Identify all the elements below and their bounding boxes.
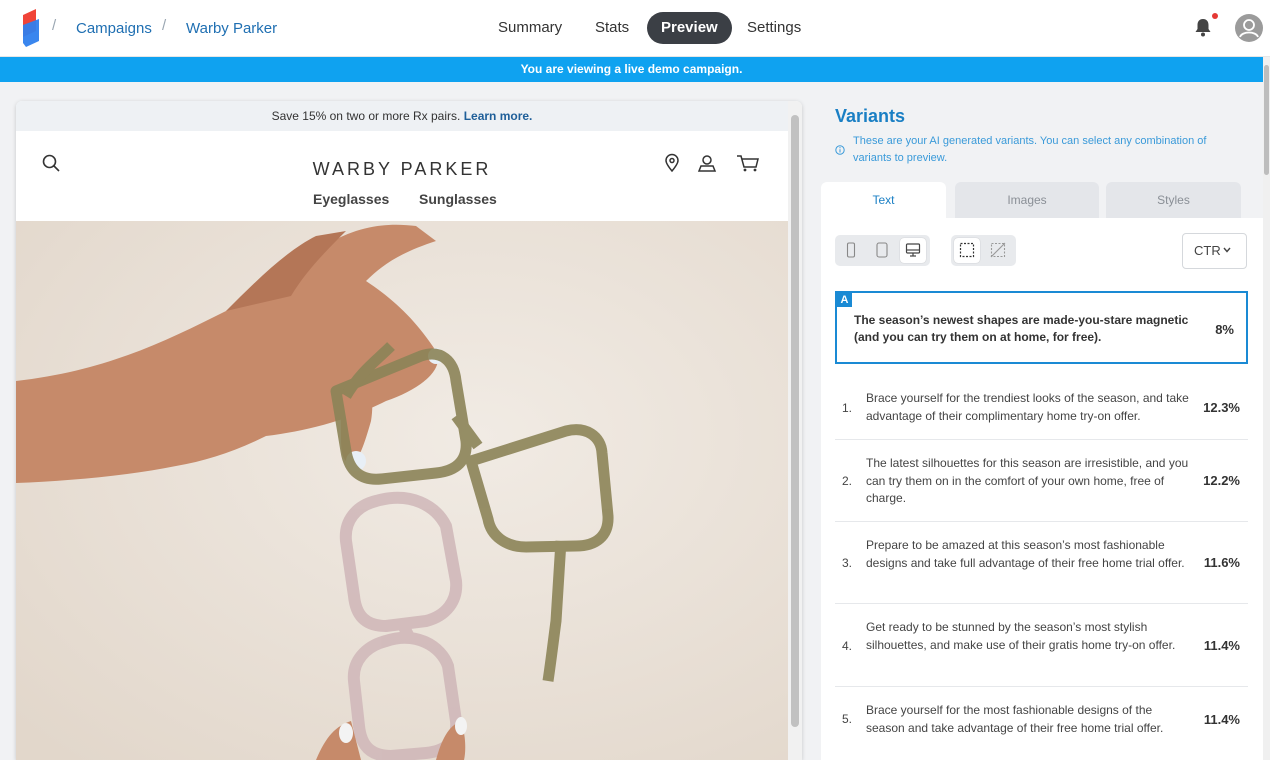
variant-text: The latest silhouettes for this season a…	[866, 456, 1189, 505]
variant-row[interactable]: 5. Brace yourself for the most fashionab…	[835, 687, 1248, 753]
user-avatar[interactable]	[1235, 14, 1263, 42]
variant-row[interactable]: 3. Prepare to be amazed at this season’s…	[835, 522, 1248, 604]
eyeglasses-photo	[16, 221, 788, 760]
variant-text: Get ready to be stunned by the season’s …	[866, 620, 1176, 652]
nav-sunglasses[interactable]: Sunglasses	[419, 191, 497, 207]
variant-ctr: 12.3%	[1203, 400, 1240, 415]
site-header: WARBY PARKER Eyeglasses Sunglasses	[16, 131, 788, 221]
app-logo-icon[interactable]	[20, 9, 42, 47]
mobile-view-button[interactable]	[838, 238, 864, 263]
tablet-icon	[876, 242, 888, 258]
variants-title: Variants	[835, 106, 906, 126]
demo-banner: You are viewing a live demo campaign.	[0, 57, 1263, 82]
highlight-off-button[interactable]	[985, 238, 1011, 263]
notification-bell-icon[interactable]	[1194, 17, 1212, 37]
variant-row[interactable]: 2. The latest silhouettes for this seaso…	[835, 440, 1248, 522]
highlight-toggle-group	[951, 235, 1016, 266]
desktop-view-button[interactable]	[900, 238, 926, 263]
variant-ctr: 11.4%	[1203, 712, 1240, 727]
tab-styles[interactable]: Styles	[1106, 182, 1241, 218]
preview-scrollbar-thumb[interactable]	[791, 115, 799, 727]
preview-scrollbar[interactable]	[788, 101, 802, 760]
original-variant-text: The season’s newest shapes are made-you-…	[854, 313, 1189, 344]
page-scrollbar[interactable]	[1263, 57, 1270, 760]
breadcrumb-separator: /	[52, 17, 57, 34]
breadcrumb-campaigns[interactable]: Campaigns	[76, 20, 152, 37]
tab-stats[interactable]: Stats	[581, 12, 643, 44]
variant-text: Brace yourself for the trendiest looks o…	[866, 391, 1189, 423]
device-toggle-group	[835, 235, 930, 266]
tab-summary[interactable]: Summary	[484, 12, 576, 44]
desktop-icon	[905, 243, 921, 257]
variant-text: Brace yourself for the most fashionable …	[866, 703, 1164, 735]
tab-preview[interactable]: Preview	[647, 12, 732, 44]
variant-ctr: 12.2%	[1203, 473, 1240, 488]
highlight-on-button[interactable]	[954, 238, 980, 263]
original-variant-ctr: 8%	[1215, 322, 1234, 337]
promo-bar: Save 15% on two or more Rx pairs. Learn …	[16, 101, 788, 131]
website-preview: Save 15% on two or more Rx pairs. Learn …	[16, 101, 802, 760]
variant-ctr: 11.4%	[1203, 638, 1240, 653]
variant-text: Prepare to be amazed at this season’s mo…	[866, 538, 1185, 570]
page-scrollbar-thumb[interactable]	[1264, 65, 1269, 175]
chevron-down-icon	[1223, 247, 1231, 253]
promo-text: Save 15% on two or more Rx pairs.	[271, 109, 461, 123]
variants-description: These are your AI generated variants. Yo…	[853, 135, 1207, 164]
top-navbar: / Campaigns / Warby Parker Summary Stats…	[0, 0, 1270, 57]
account-icon[interactable]	[697, 153, 717, 173]
tab-settings[interactable]: Settings	[733, 12, 815, 44]
variant-number: 1.	[842, 401, 853, 415]
metric-dropdown[interactable]: CTR	[1182, 233, 1247, 269]
info-icon	[835, 145, 845, 155]
variant-row[interactable]: 4. Get ready to be stunned by the season…	[835, 604, 1248, 687]
notification-dot	[1212, 13, 1218, 19]
breadcrumb-warby-parker[interactable]: Warby Parker	[186, 20, 277, 37]
user-icon	[1239, 19, 1259, 38]
metric-label: CTR	[1194, 243, 1221, 258]
variant-ctr: 11.6%	[1203, 555, 1240, 570]
variant-number: 4.	[842, 639, 853, 653]
variant-number: 5.	[842, 712, 853, 726]
hero-image	[16, 221, 788, 760]
tablet-view-button[interactable]	[869, 238, 895, 263]
tab-text[interactable]: Text	[821, 182, 946, 218]
select-area-icon	[959, 242, 975, 258]
tab-images[interactable]: Images	[955, 182, 1099, 218]
location-pin-icon[interactable]	[662, 153, 682, 173]
variant-tag: A	[837, 293, 852, 307]
variant-number: 3.	[842, 556, 853, 570]
variant-number: 2.	[842, 474, 853, 488]
promo-link[interactable]: Learn more.	[464, 109, 533, 123]
variant-row[interactable]: 1. Brace yourself for the trendiest look…	[835, 374, 1248, 440]
breadcrumb-separator: /	[162, 17, 167, 34]
original-variant-card[interactable]: A The season’s newest shapes are made-yo…	[835, 291, 1248, 364]
cart-icon[interactable]	[736, 153, 760, 173]
select-area-off-icon	[990, 242, 1006, 258]
nav-eyeglasses[interactable]: Eyeglasses	[313, 191, 389, 207]
mobile-icon	[846, 242, 856, 258]
